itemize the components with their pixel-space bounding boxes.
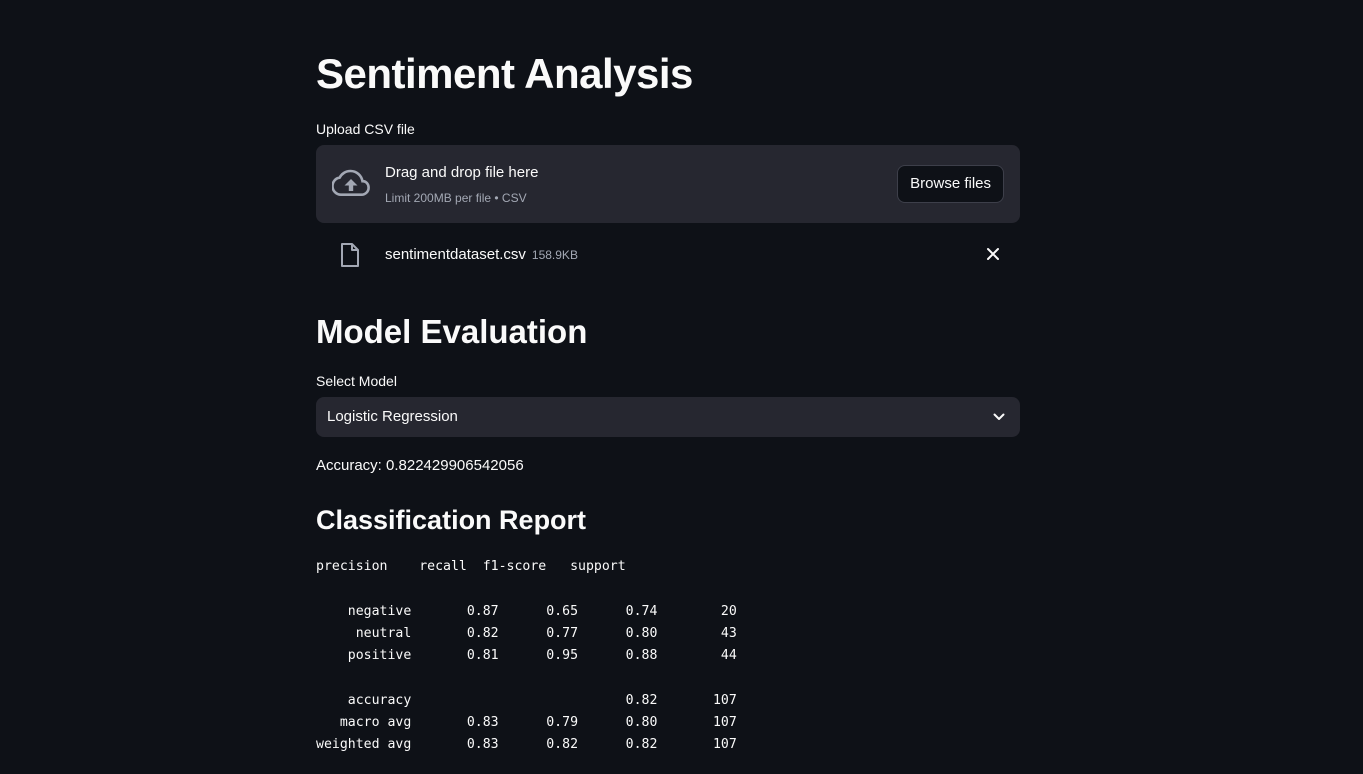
file-size: 158.9KB (531, 248, 578, 262)
classification-report-heading: Classification Report (316, 505, 587, 535)
close-icon[interactable] (986, 247, 1000, 261)
chevron-down-icon (993, 413, 1005, 420)
browse-files-button[interactable]: Browse files (897, 165, 1004, 203)
model-select[interactable]: Logistic Regression (316, 397, 1020, 437)
accuracy-text: Accuracy: 0.822429906542056 (316, 457, 524, 474)
select-model-label: Select Model (316, 373, 397, 389)
uploaded-file-row: sentimentdataset.csv 158.9KB (316, 236, 1020, 274)
dropzone-subtitle: Limit 200MB per file • CSV (385, 191, 527, 205)
classification-report-text: precision recall f1-score support negati… (316, 559, 737, 753)
cloud-upload-icon (332, 169, 370, 196)
upload-label: Upload CSV file (316, 121, 415, 137)
file-icon (341, 243, 359, 267)
page-title: Sentiment Analysis (316, 50, 693, 97)
file-name-text: sentimentdataset.csv (385, 246, 526, 263)
file-dropzone[interactable]: Drag and drop file here Limit 200MB per … (316, 145, 1020, 223)
model-evaluation-heading: Model Evaluation (316, 313, 588, 350)
uploaded-file-name: sentimentdataset.csv 158.9KB (385, 246, 578, 263)
dropzone-title: Drag and drop file here (385, 164, 539, 181)
model-select-value: Logistic Regression (327, 408, 458, 425)
